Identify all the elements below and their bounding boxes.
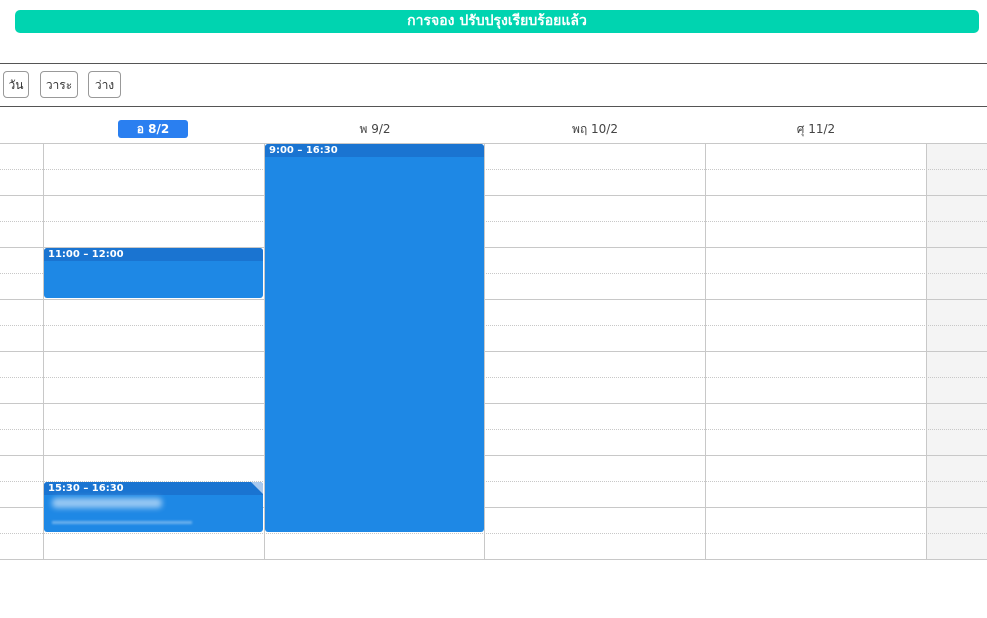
view-day-button[interactable]: วัน <box>3 71 29 98</box>
half-hour-line <box>0 169 987 170</box>
hour-line <box>0 299 987 300</box>
view-agenda-button[interactable]: วาระ <box>40 71 78 98</box>
hour-line <box>0 455 987 456</box>
event-subtitle-redacted <box>52 521 192 524</box>
event-time: 11:00 – 12:00 <box>44 248 263 261</box>
half-hour-line <box>0 221 987 222</box>
event-block[interactable]: 11:00 – 12:00 <box>44 248 263 298</box>
column-divider <box>705 143 706 559</box>
day-header-thu[interactable]: พฤ 10/2 <box>550 120 640 138</box>
event-time: 15:30 – 16:30 <box>44 482 263 495</box>
column-divider <box>926 143 927 559</box>
day-header-tue[interactable]: อ 8/2 <box>118 120 188 138</box>
event-corner-marker <box>251 482 263 494</box>
day-header-wed[interactable]: พ 9/2 <box>330 120 420 138</box>
banner-text: การจอง ปรับปรุงเรียบร้อยแล้ว <box>407 13 587 29</box>
view-free-button[interactable]: ว่าง <box>88 71 121 98</box>
hour-line <box>0 559 987 560</box>
event-title-redacted <box>52 498 162 508</box>
day-header-fri[interactable]: ศุ 11/2 <box>771 120 861 138</box>
toolbar-top-divider <box>0 63 987 64</box>
half-hour-line <box>0 325 987 326</box>
success-banner: การจอง ปรับปรุงเรียบร้อยแล้ว <box>15 10 979 33</box>
hour-line <box>0 351 987 352</box>
half-hour-line <box>0 429 987 430</box>
half-hour-line <box>0 533 987 534</box>
half-hour-line <box>0 377 987 378</box>
hour-line <box>0 403 987 404</box>
column-divider <box>484 143 485 559</box>
event-block[interactable]: 9:00 – 16:30 <box>265 144 484 532</box>
event-block[interactable]: 15:30 – 16:30 <box>44 482 263 532</box>
hour-line <box>0 143 987 144</box>
toolbar-bottom-divider <box>0 106 987 107</box>
hour-line <box>0 195 987 196</box>
event-time: 9:00 – 16:30 <box>265 144 484 157</box>
